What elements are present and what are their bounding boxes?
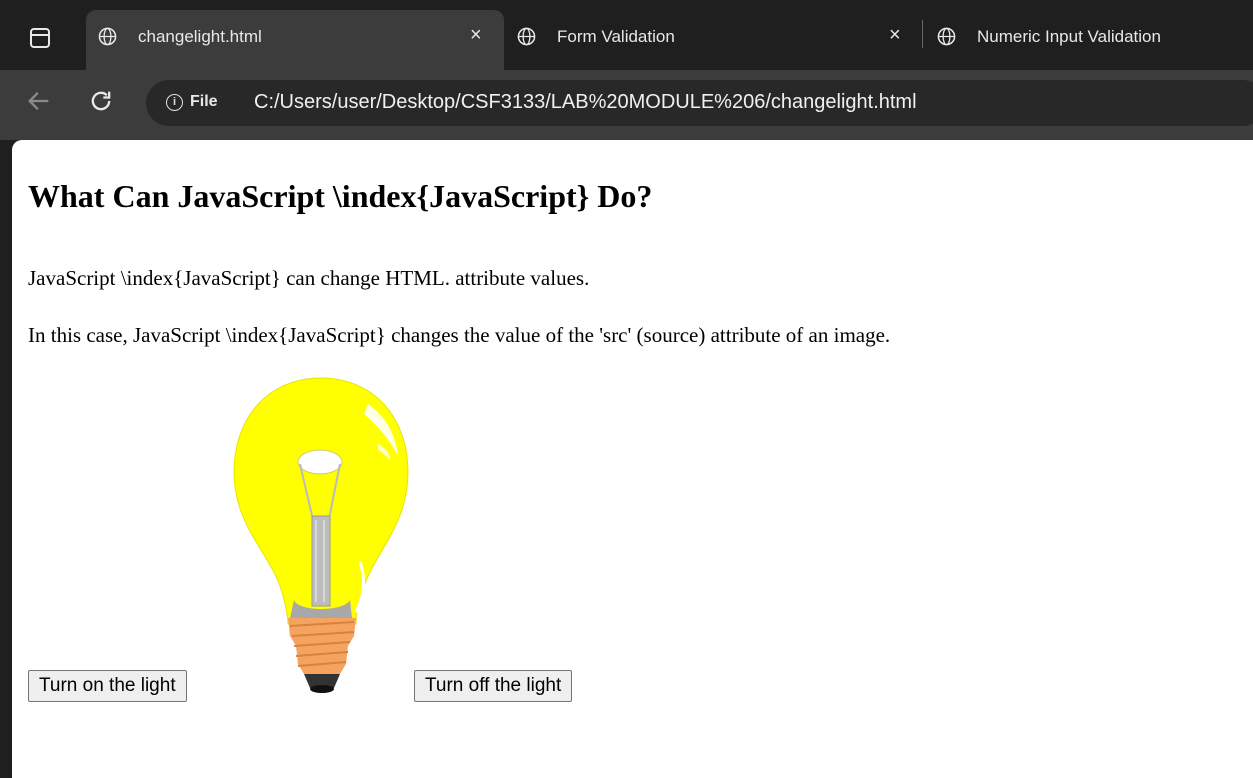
tab-title: changelight.html <box>138 27 262 46</box>
lightbulb-image <box>233 377 409 693</box>
close-tab-icon[interactable]: × <box>470 24 482 47</box>
security-label: File <box>190 93 218 110</box>
turn-on-light-button[interactable]: Turn on the light <box>28 670 187 702</box>
tab-separator <box>922 20 923 48</box>
tab-title: Numeric Input Validation <box>977 27 1161 46</box>
url-text[interactable]: C:/Users/user/Desktop/CSF3133/LAB%20MODU… <box>254 91 917 114</box>
info-icon[interactable]: i <box>166 94 183 111</box>
browser-toolbar: i File C:/Users/user/Desktop/CSF3133/LAB… <box>0 70 1253 140</box>
close-tab-icon[interactable]: × <box>889 24 901 47</box>
explanation-paragraph: In this case, JavaScript \index{JavaScri… <box>28 323 891 347</box>
tab-strip: changelight.html × Form Validation × Num… <box>0 0 1253 70</box>
globe-icon <box>517 27 536 46</box>
tab-actions-icon[interactable] <box>30 28 50 48</box>
tab-form-validation[interactable]: Form Validation × <box>505 10 923 70</box>
tab-changelight[interactable]: changelight.html × <box>86 10 504 70</box>
turn-off-light-button[interactable]: Turn off the light <box>414 670 573 702</box>
address-bar[interactable]: i File C:/Users/user/Desktop/CSF3133/LAB… <box>146 80 1253 126</box>
globe-icon <box>937 27 956 46</box>
page-content: What Can JavaScript \index{JavaScript} D… <box>12 140 1253 778</box>
reload-icon[interactable] <box>84 84 118 118</box>
globe-icon <box>98 27 117 46</box>
page-heading: What Can JavaScript \index{JavaScript} D… <box>28 178 653 214</box>
back-arrow-icon[interactable] <box>22 84 56 118</box>
tab-title: Form Validation <box>557 27 675 46</box>
intro-paragraph: JavaScript \index{JavaScript} can change… <box>28 266 590 290</box>
tab-numeric-input-validation[interactable]: Numeric Input Validation <box>925 10 1253 70</box>
